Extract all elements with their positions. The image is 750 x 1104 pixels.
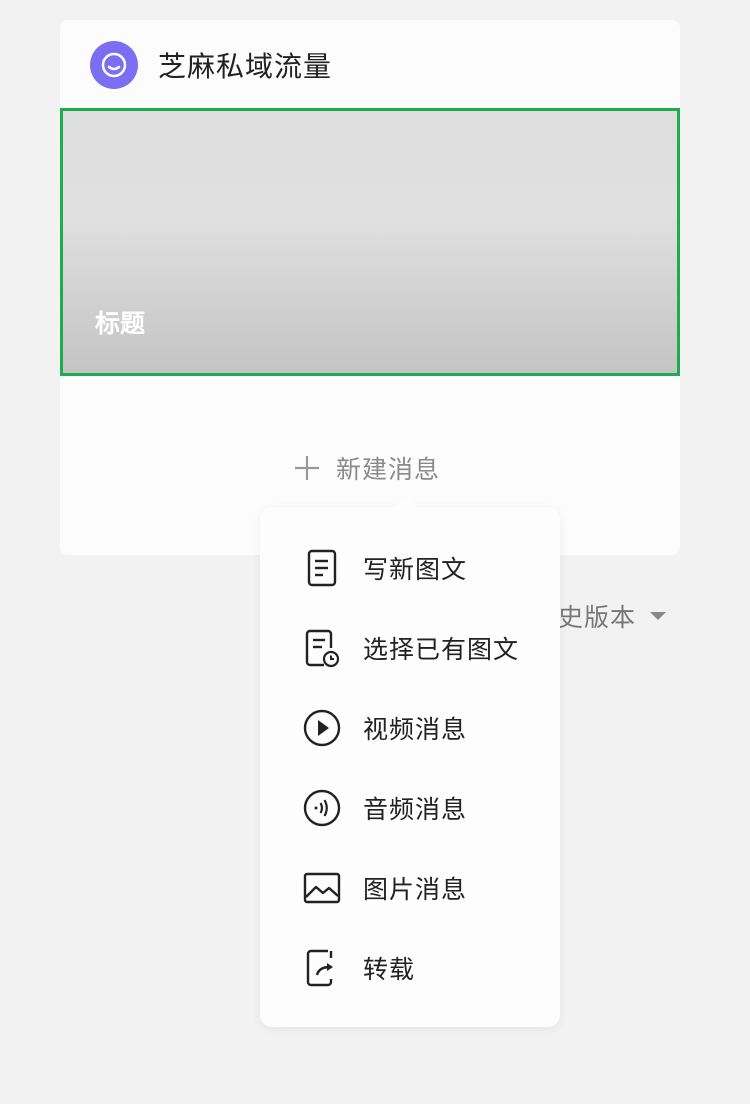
share-icon <box>300 946 344 990</box>
article-cover[interactable]: 标题 <box>60 108 680 376</box>
history-version-label: 史版本 <box>558 603 637 632</box>
play-circle-icon <box>300 706 344 750</box>
menu-item-label: 视频消息 <box>363 715 468 744</box>
menu-item-video-message[interactable]: 视频消息 <box>300 703 467 753</box>
menu-item-label: 选择已有图文 <box>363 635 520 664</box>
account-name: 芝麻私域流量 <box>158 50 333 83</box>
document-clock-icon <box>300 626 344 670</box>
history-version-dropdown[interactable]: 史版本 <box>558 598 667 634</box>
menu-item-label: 图片消息 <box>363 875 468 904</box>
document-icon <box>300 546 344 590</box>
caret-down-icon <box>650 612 667 620</box>
menu-item-repost[interactable]: 转载 <box>300 943 415 993</box>
new-message-button[interactable]: 新建消息 <box>292 448 440 488</box>
audio-circle-icon <box>300 786 344 830</box>
editor-page: 芝麻私域流量 标题 新建消息 史版本 写新图文 选择已有图文 视频消息 音频消息… <box>0 0 750 1104</box>
article-card: 芝麻私域流量 标题 新建消息 <box>60 20 680 555</box>
smile-face-icon <box>101 52 127 78</box>
image-icon <box>300 866 344 910</box>
menu-item-audio-message[interactable]: 音频消息 <box>300 783 467 833</box>
article-title: 标题 <box>95 309 146 338</box>
menu-item-label: 写新图文 <box>363 555 468 584</box>
menu-item-write-new-article[interactable]: 写新图文 <box>300 543 467 593</box>
account-avatar <box>90 41 138 89</box>
new-message-menu: 写新图文 选择已有图文 视频消息 音频消息 图片消息 转载 <box>260 495 560 1027</box>
plus-icon <box>295 456 319 480</box>
account-header: 芝麻私域流量 <box>90 41 332 89</box>
menu-item-image-message[interactable]: 图片消息 <box>300 863 467 913</box>
menu-item-select-existing-article[interactable]: 选择已有图文 <box>300 623 519 673</box>
new-message-label: 新建消息 <box>336 455 441 484</box>
menu-item-label: 音频消息 <box>363 795 468 824</box>
menu-item-label: 转载 <box>363 955 416 984</box>
